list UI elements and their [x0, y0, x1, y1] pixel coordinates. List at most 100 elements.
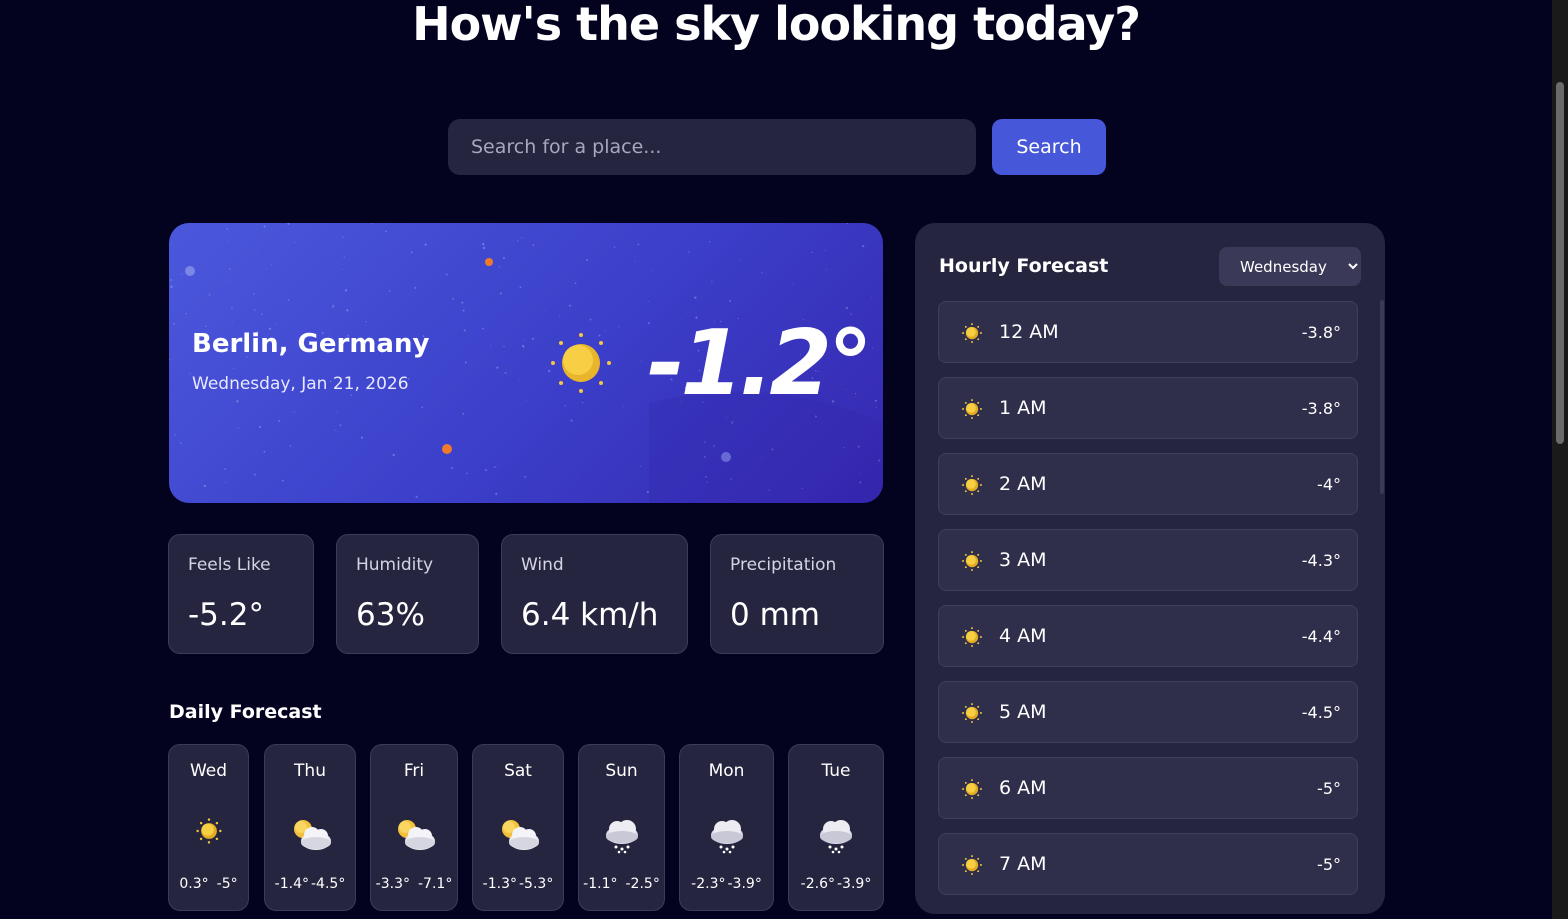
stat-label: Wind [521, 555, 564, 575]
sun-icon [961, 702, 983, 728]
stat-card-precipitation: Precipitation 0 mm [710, 534, 884, 654]
hour-temp: -4.5° [1301, 703, 1341, 722]
hour-time: 7 AM [999, 853, 1047, 875]
day-low: -3.9° [837, 876, 872, 892]
partly-cloudy-icon [286, 811, 334, 863]
daily-card: Wed 0.3° -5° [168, 744, 249, 911]
hour-time: 4 AM [999, 625, 1047, 647]
day-name: Sun [605, 761, 638, 781]
snow-cloud-icon [703, 811, 751, 863]
hourly-row: 4 AM -4.4° [938, 605, 1358, 667]
hour-temp: -4.4° [1301, 627, 1341, 646]
page-scrollbar[interactable] [1552, 0, 1568, 919]
sun-icon [961, 626, 983, 652]
snow-cloud-icon [812, 811, 860, 863]
daily-card: Tue -2.6° -3.9° [788, 744, 884, 911]
stat-value: -5.2° [188, 597, 264, 633]
hour-time: 12 AM [999, 321, 1059, 343]
day-name: Tue [821, 761, 851, 781]
day-name: Mon [708, 761, 745, 781]
page-title: How's the sky looking today? [412, 0, 1141, 51]
hour-temp: -3.8° [1301, 399, 1341, 418]
daily-forecast-title: Daily Forecast [169, 701, 322, 723]
day-high: -2.3° [691, 876, 726, 892]
hourly-row: 6 AM -5° [938, 757, 1358, 819]
stat-label: Precipitation [730, 555, 837, 575]
hour-temp: -3.8° [1301, 323, 1341, 342]
hour-time: 5 AM [999, 701, 1047, 723]
hourly-row: 12 AM -3.8° [938, 301, 1358, 363]
snow-cloud-icon [598, 811, 646, 863]
hour-temp: -4.3° [1301, 551, 1341, 570]
day-low: -3.9° [727, 876, 762, 892]
daily-card: Mon -2.3° -3.9° [679, 744, 774, 911]
sun-icon [195, 817, 223, 849]
day-high: -3.3° [375, 876, 410, 892]
hour-time: 2 AM [999, 473, 1047, 495]
day-select[interactable]: Wednesday [1219, 247, 1361, 286]
day-name: Sat [504, 761, 532, 781]
day-high: -1.1° [583, 876, 618, 892]
daily-card: Fri -3.3° -7.1° [370, 744, 458, 911]
sun-icon [961, 778, 983, 804]
stat-value: 0 mm [730, 597, 820, 633]
hour-time: 1 AM [999, 397, 1047, 419]
hourly-scrollbar[interactable] [1380, 300, 1384, 494]
day-high: -2.6° [800, 876, 835, 892]
current-temperature: -1.2° [647, 311, 873, 416]
hour-time: 6 AM [999, 777, 1047, 799]
hourly-row: 7 AM -5° [938, 833, 1358, 895]
stat-card-feels-like: Feels Like -5.2° [168, 534, 314, 654]
sun-icon [551, 333, 611, 393]
day-low: -4.5° [311, 876, 346, 892]
stat-label: Humidity [356, 555, 434, 575]
sun-icon [961, 398, 983, 424]
hourly-forecast-list[interactable]: 12 AM -3.8° 1 AM -3.8° 2 AM -4° 3 AM -4.3° 4 AM -… [938, 301, 1358, 914]
day-high: 0.3° [179, 876, 209, 892]
day-high: -1.4° [274, 876, 309, 892]
day-low: -2.5° [625, 876, 660, 892]
hour-time: 3 AM [999, 549, 1047, 571]
daily-card: Sun -1.1° -2.5° [578, 744, 665, 911]
day-high: -1.3° [482, 876, 517, 892]
day-temps: -1.1° -2.5° [579, 876, 664, 892]
page-scrollbar-thumb[interactable] [1556, 82, 1564, 444]
sun-icon [961, 474, 983, 500]
hourly-row: 3 AM -4.3° [938, 529, 1358, 591]
day-low: -7.1° [418, 876, 453, 892]
location-name: Berlin, Germany [192, 329, 430, 359]
search-button[interactable]: Search [992, 119, 1106, 175]
sun-icon [961, 854, 983, 880]
daily-card: Sat -1.3° -5.3° [472, 744, 564, 911]
day-low: -5° [216, 876, 238, 892]
current-date: Wednesday, Jan 21, 2026 [192, 374, 409, 394]
daily-card: Thu -1.4° -4.5° [264, 744, 356, 911]
sun-icon [961, 322, 983, 348]
hour-temp: -4° [1317, 475, 1341, 494]
day-temps: -3.3° -7.1° [371, 876, 457, 892]
day-name: Fri [403, 761, 425, 781]
hourly-row: 5 AM -4.5° [938, 681, 1358, 743]
stat-value: 6.4 km/h [521, 597, 659, 633]
current-weather-card: Berlin, Germany Wednesday, Jan 21, 2026 … [169, 223, 883, 503]
day-name: Wed [189, 761, 228, 781]
stat-value: 63% [356, 597, 425, 633]
stat-card-humidity: Humidity 63% [336, 534, 479, 654]
day-temps: -1.3° -5.3° [473, 876, 563, 892]
hourly-forecast-title: Hourly Forecast [939, 255, 1109, 277]
day-temps: -2.6° -3.9° [789, 876, 883, 892]
hour-temp: -5° [1317, 779, 1341, 798]
search-input[interactable] [448, 119, 976, 175]
day-name: Thu [294, 761, 326, 781]
stat-label: Feels Like [188, 555, 271, 575]
stat-card-wind: Wind 6.4 km/h [501, 534, 688, 654]
day-low: -5.3° [519, 876, 554, 892]
day-temps: -2.3° -3.9° [680, 876, 773, 892]
sun-icon [961, 550, 983, 576]
hourly-row: 1 AM -3.8° [938, 377, 1358, 439]
day-temps: 0.3° -5° [169, 876, 248, 892]
day-temps: -1.4° -4.5° [265, 876, 355, 892]
partly-cloudy-icon [494, 811, 542, 863]
partly-cloudy-icon [390, 811, 438, 863]
hourly-row: 2 AM -4° [938, 453, 1358, 515]
